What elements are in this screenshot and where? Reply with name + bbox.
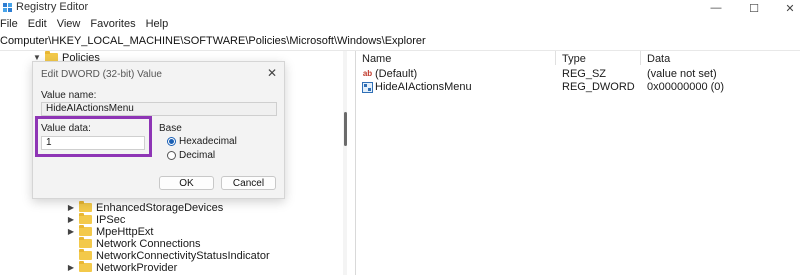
value-name-label: Value name: [41, 90, 97, 101]
folder-icon [79, 225, 92, 236]
radio-hexadecimal[interactable]: Hexadecimal [167, 136, 237, 147]
value-name: (Default) [375, 68, 418, 80]
close-button[interactable]: ✕ [770, 0, 800, 16]
folder-icon [79, 249, 92, 260]
base-label: Base [159, 123, 182, 134]
menu-view[interactable]: View [52, 18, 86, 32]
chevron-right-icon[interactable]: ▶ [66, 215, 76, 224]
radio-hexadecimal-label: Hexadecimal [179, 136, 237, 147]
chevron-right-icon[interactable]: ▶ [66, 263, 76, 272]
dialog-title: Edit DWORD (32-bit) Value [41, 69, 162, 80]
value-name: HideAIActionsMenu [375, 81, 472, 93]
dialog-close-icon[interactable]: ✕ [267, 66, 277, 80]
folder-icon [79, 261, 92, 272]
maximize-button[interactable]: ☐ [734, 0, 774, 16]
menu-help[interactable]: Help [141, 18, 174, 32]
value-data: 0x00000000 (0) [647, 81, 725, 93]
value-data: (value not set) [647, 68, 717, 80]
window-title: Registry Editor [16, 1, 89, 13]
column-separator[interactable] [555, 51, 556, 65]
value-name-field[interactable]: HideAIActionsMenu [41, 102, 277, 116]
chevron-right-icon[interactable]: ▶ [66, 227, 76, 236]
values-list: Name Type Data ab (Default) REG_SZ (valu… [356, 51, 800, 275]
menu-bar: File Edit View Favorites Help [0, 18, 173, 32]
column-header-name[interactable]: Name [362, 53, 391, 65]
title-bar: Registry Editor — ☐ ✕ [0, 0, 800, 16]
value-type: REG_DWORD [562, 81, 635, 93]
table-row[interactable]: HideAIActionsMenu REG_DWORD 0x00000000 (… [356, 81, 800, 94]
ok-button[interactable]: OK [159, 176, 214, 190]
tree-scrollbar-thumb[interactable] [344, 112, 347, 146]
tree-item-label: Network Connections [96, 237, 201, 250]
folder-icon [79, 201, 92, 212]
dword-value-icon [362, 82, 373, 93]
minimize-button[interactable]: — [696, 0, 736, 16]
string-value-icon: ab [362, 69, 373, 78]
folder-icon [79, 213, 92, 224]
chevron-right-icon[interactable]: ▶ [66, 203, 76, 212]
tree-item-label: MpeHttpExt [96, 225, 154, 238]
menu-edit[interactable]: Edit [23, 18, 52, 32]
column-separator[interactable] [640, 51, 641, 65]
radio-decimal[interactable]: Decimal [167, 150, 215, 161]
value-type: REG_SZ [562, 68, 607, 80]
table-row[interactable]: ab (Default) REG_SZ (value not set) [356, 68, 800, 81]
radio-decimal-label: Decimal [179, 150, 216, 161]
column-header-data[interactable]: Data [647, 53, 670, 65]
edit-dword-dialog: Edit DWORD (32-bit) Value ✕ Value name: … [32, 61, 285, 199]
value-data-field[interactable]: 1 [41, 136, 145, 150]
tree-item-label: NetworkProvider [96, 261, 178, 274]
tree-item[interactable]: ▶ NetworkProvider [66, 261, 177, 274]
tree-scrollbar[interactable] [343, 51, 347, 275]
column-header-type[interactable]: Type [562, 53, 586, 65]
radio-unselected-icon[interactable] [167, 151, 176, 160]
menu-favorites[interactable]: Favorites [85, 18, 140, 32]
address-bar[interactable]: Computer\HKEY_LOCAL_MACHINE\SOFTWARE\Pol… [0, 35, 800, 49]
cancel-button[interactable]: Cancel [221, 176, 276, 190]
tree-item-label: NetworkConnectivityStatusIndicator [96, 249, 270, 262]
value-data-label: Value data: [41, 123, 91, 134]
registry-editor-icon [3, 3, 12, 12]
tree-item-label: EnhancedStorageDevices [96, 201, 224, 214]
menu-file[interactable]: File [0, 18, 23, 32]
folder-icon [79, 237, 92, 248]
tree-item-label: IPSec [96, 213, 126, 226]
radio-selected-icon[interactable] [167, 137, 176, 146]
